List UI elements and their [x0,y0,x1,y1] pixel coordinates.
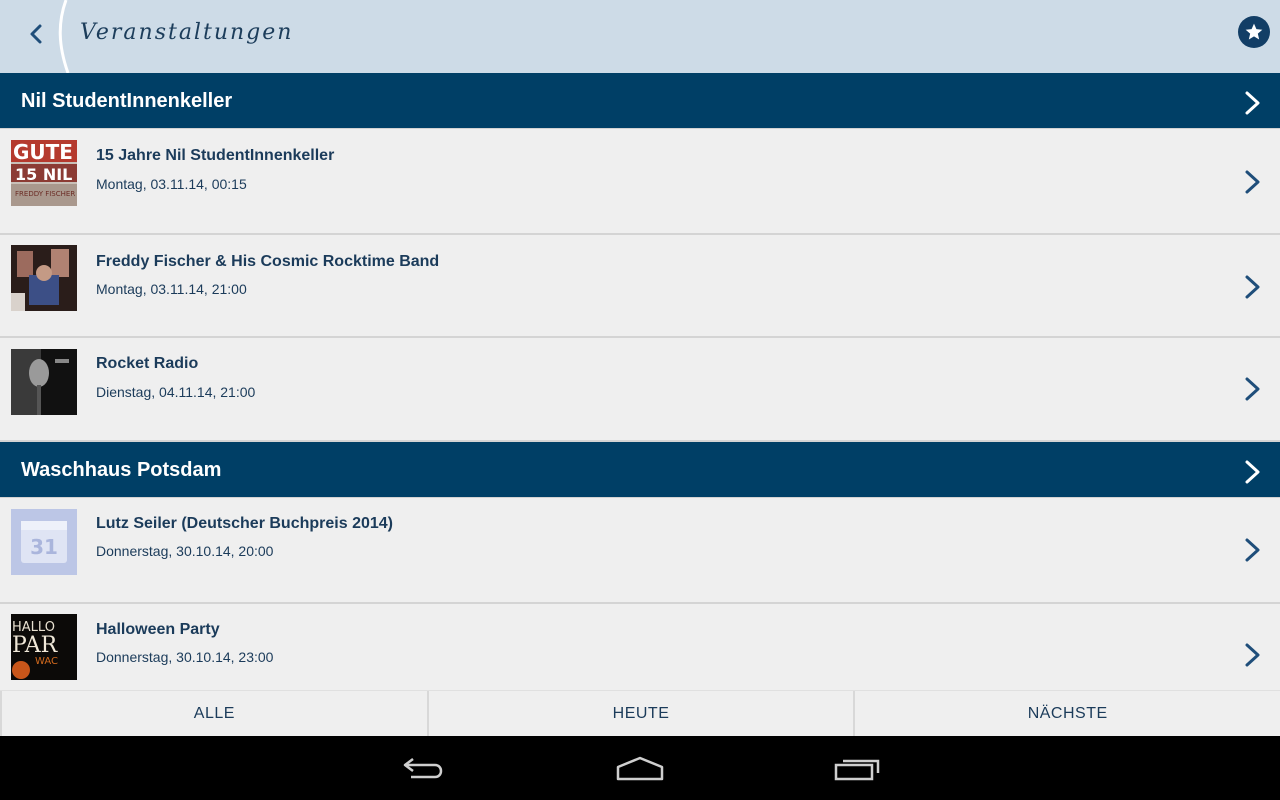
action-bar: Veranstaltungen [0,0,1280,73]
calendar-placeholder: 31 [11,509,77,575]
actionbar-divider [58,0,70,73]
back-button[interactable] [18,14,54,54]
event-thumbnail: GUTE 15 NIL FREDDY FISCHER [11,140,77,206]
chevron-right-icon [1245,170,1260,194]
calendar-day: 31 [30,535,58,559]
section-header-waschhaus[interactable]: Waschhaus Potsdam [0,442,1280,498]
chevron-right-icon [1245,538,1260,562]
list-item[interactable]: Rocket Radio Dienstag, 04.11.14, 21:00 [0,338,1280,442]
system-recents-button[interactable] [827,752,887,784]
event-thumbnail [11,349,77,415]
system-home-button[interactable] [610,752,670,784]
svg-text:15 NIL: 15 NIL [15,165,72,184]
svg-text:PAR: PAR [12,633,59,658]
list-item[interactable]: GUTE 15 NIL FREDDY FISCHER 15 Jahre Nil … [0,129,1280,235]
poster-image: GUTE 15 NIL FREDDY FISCHER [11,140,77,206]
section-header-nil[interactable]: Nil StudentInnenkeller [0,73,1280,129]
svg-text:GUTE: GUTE [13,140,73,164]
tab-naechste[interactable]: NÄCHSTE [853,691,1280,736]
event-date: Donnerstag, 30.10.14, 20:00 [96,543,274,559]
favorites-button[interactable] [1238,16,1270,48]
event-title: Lutz Seiler (Deutscher Buchpreis 2014) [96,515,393,532]
system-nav-bar [0,736,1280,800]
event-list[interactable]: Nil StudentInnenkeller GUTE 15 NIL FREDD… [0,73,1280,690]
event-thumbnail: HALLO PAR WAC [11,614,77,680]
star-icon [1245,23,1263,40]
svg-text:WAC: WAC [35,656,58,667]
chevron-left-icon [30,24,42,44]
event-date: Donnerstag, 30.10.14, 23:00 [96,649,274,665]
event-title: Halloween Party [96,621,220,638]
event-thumbnail [11,245,77,311]
system-back-button[interactable] [394,752,454,784]
chevron-right-icon [1245,275,1260,299]
event-date: Dienstag, 04.11.14, 21:00 [96,384,256,400]
chevron-right-icon [1245,377,1260,401]
list-item[interactable]: 31 Lutz Seiler (Deutscher Buchpreis 2014… [0,498,1280,604]
event-title: Freddy Fischer & His Cosmic Rocktime Ban… [96,253,440,270]
event-date: Montag, 03.11.14, 00:15 [96,176,247,192]
recents-icon [834,759,880,781]
section-title: Nil StudentInnenkeller [21,90,233,112]
page-title: Veranstaltungen [80,20,294,45]
list-item[interactable]: HALLO PAR WAC Halloween Party Donnerstag… [0,604,1280,690]
tab-alle[interactable]: ALLE [0,691,427,736]
event-title: Rocket Radio [96,355,199,372]
list-item[interactable]: Freddy Fischer & His Cosmic Rocktime Ban… [0,235,1280,338]
event-date: Montag, 03.11.14, 21:00 [96,281,247,297]
band-photo [11,245,77,311]
halloween-poster: HALLO PAR WAC [11,614,77,680]
chevron-right-icon [1245,460,1260,484]
section-title: Waschhaus Potsdam [21,459,222,481]
chevron-right-icon [1245,643,1260,667]
back-arrow-icon [403,758,443,779]
event-title: 15 Jahre Nil StudentInnenkeller [96,147,335,164]
svg-text:FREDDY FISCHER: FREDDY FISCHER [15,190,75,198]
home-icon [616,756,664,781]
filter-tab-bar: ALLE HEUTE NÄCHSTE [0,690,1280,736]
calendar-icon: 31 [11,509,77,575]
microphone-photo [11,349,77,415]
tab-heute[interactable]: HEUTE [426,691,854,736]
chevron-right-icon [1245,91,1260,115]
